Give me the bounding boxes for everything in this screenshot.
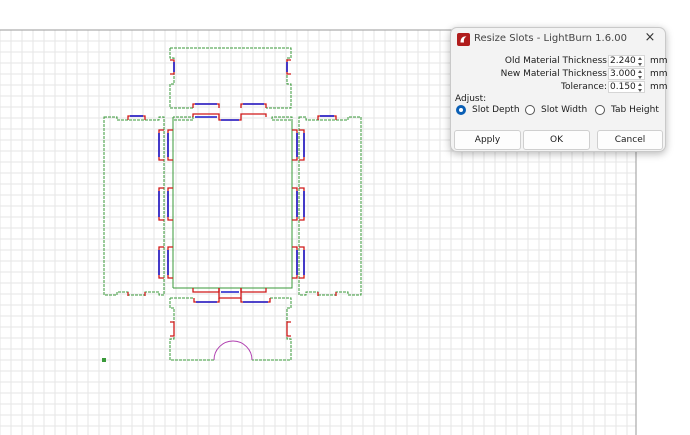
tolerance-input[interactable]: 0.150 <box>608 81 645 93</box>
dialog-titlebar[interactable]: Resize Slots - LightBurn 1.6.00 × <box>451 28 665 50</box>
new-thickness-value: 3.000 <box>610 69 636 79</box>
new-thickness-label: New Material Thickness <box>500 69 607 79</box>
spinner-arrows-icon[interactable] <box>638 70 643 79</box>
slot <box>192 288 220 293</box>
slot <box>218 288 242 299</box>
old-thickness-input[interactable]: 2.240 <box>608 55 645 67</box>
new-thickness-input[interactable]: 3.000 <box>608 68 645 80</box>
slot <box>170 321 175 337</box>
radio-unselected-icon[interactable] <box>595 105 605 115</box>
radio-slot-depth-label[interactable]: Slot Depth <box>472 105 520 115</box>
radio-tab-height-label[interactable]: Tab Height <box>611 105 659 115</box>
radio-unselected-icon[interactable] <box>525 105 535 115</box>
spinner-arrows-icon[interactable] <box>638 83 643 92</box>
new-thickness-unit: mm <box>650 69 668 79</box>
radio-selected-icon[interactable] <box>456 105 466 115</box>
new-thickness-row: New Material Thickness 3.000 mm <box>451 68 668 81</box>
cancel-button[interactable]: Cancel <box>597 130 663 150</box>
tolerance-label: Tolerance: <box>561 82 607 92</box>
center-panel-edge <box>172 120 293 289</box>
old-thickness-unit: mm <box>650 56 668 66</box>
radio-slot-width-label[interactable]: Slot Width <box>541 105 587 115</box>
close-icon[interactable]: × <box>643 31 657 45</box>
dialog-title: Resize Slots - LightBurn 1.6.00 <box>474 33 627 44</box>
origin-marker <box>102 358 106 362</box>
tolerance-row: Tolerance: 0.150 mm <box>451 81 668 94</box>
slot <box>286 321 291 337</box>
apply-button[interactable]: Apply <box>454 130 521 150</box>
spinner-arrows-icon[interactable] <box>638 57 643 66</box>
old-thickness-row: Old Material Thickness 2.240 mm <box>451 55 668 68</box>
resize-slots-dialog: Resize Slots - LightBurn 1.6.00 × Old Ma… <box>450 27 668 152</box>
lightburn-logo-icon <box>457 33 470 46</box>
tolerance-unit: mm <box>650 82 668 92</box>
adjust-label: Adjust: <box>455 94 487 104</box>
tolerance-value: 0.150 <box>610 82 636 92</box>
old-thickness-value: 2.240 <box>610 56 636 66</box>
ok-button[interactable]: OK <box>523 130 590 150</box>
center-panel <box>172 116 293 289</box>
old-thickness-label: Old Material Thickness <box>504 56 607 66</box>
